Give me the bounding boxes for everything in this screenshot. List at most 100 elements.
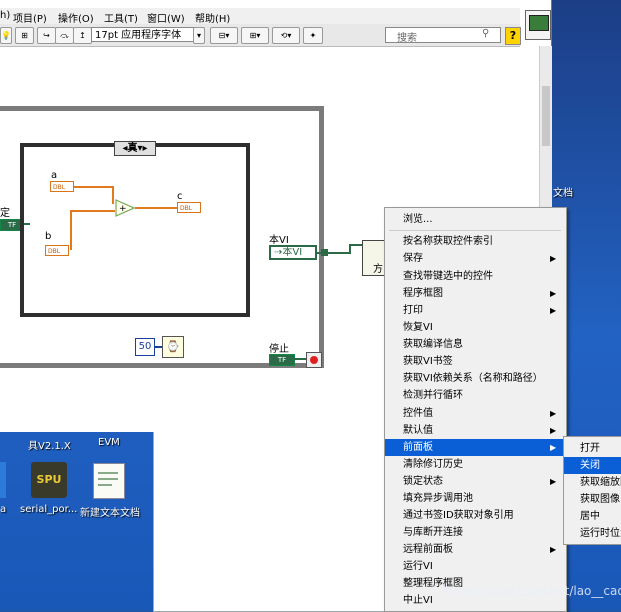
this-vi-ref-text: 本VI [282, 247, 303, 258]
control-b-label: b [45, 231, 52, 242]
menu-item-label: 恢复VI [403, 322, 433, 333]
menu-item-label: 获取编译信息 [403, 339, 463, 350]
menu-item-label: 保存 [403, 253, 423, 264]
chevron-down-icon[interactable]: ▾ [193, 27, 205, 44]
loop-condition-terminal[interactable] [306, 352, 322, 368]
cleanup-diagram-icon[interactable]: ✦ [303, 27, 323, 44]
desktop-icon-label: serial_por... [20, 504, 78, 515]
menu-item-operate[interactable]: 操作(O) [58, 10, 94, 25]
reorder-icon[interactable]: ⟲▾ [272, 27, 300, 44]
menu-item[interactable]: 获取编译信息 [385, 336, 566, 353]
submenu-item[interactable]: 运行时位置 [564, 525, 621, 542]
menu-item[interactable]: 恢复VI [385, 319, 566, 336]
menu-item[interactable]: 查找带键选中的控件 [385, 268, 566, 285]
menu-item[interactable]: 浏览... [385, 211, 566, 228]
menu-item-label: 通过书签ID获取对象引用 [403, 510, 514, 521]
chevron-right-icon: ▶ [550, 426, 557, 435]
wire [135, 207, 177, 209]
menu-item-project[interactable]: 项目(P) [13, 10, 47, 25]
chevron-right-icon: ▶ [550, 289, 557, 298]
step-into-icon[interactable]: ↪ [37, 27, 56, 44]
menu-item[interactable]: 默认值 ▶ [385, 422, 566, 439]
submenu-item[interactable]: 关闭 [564, 457, 621, 474]
menu-item[interactable]: 获取VI依赖关系（名称和路径） [385, 370, 566, 387]
case-selector-value: 真 [127, 143, 138, 154]
menu-item-label: 前面板 [403, 442, 433, 453]
menu-item-window[interactable]: 窗口(W) [147, 10, 185, 25]
wire [70, 210, 72, 250]
retain-wire-values-icon[interactable]: ⊞ [15, 27, 34, 44]
menu-item[interactable]: 打印 ▶ [385, 302, 566, 319]
submenu-item[interactable]: 居中 [564, 508, 621, 525]
this-vi-label: 本VI [269, 235, 289, 246]
step-out-icon[interactable]: ↥ [73, 27, 92, 44]
numeric-indicator-c[interactable]: DBL [177, 202, 201, 213]
search-input[interactable]: 搜索 ⚲ [385, 27, 501, 44]
menu-item[interactable]: 检测并行循环 [385, 387, 566, 404]
submenu-item[interactable]: 获取缩放因子 [564, 474, 621, 491]
menu-item[interactable]: 获取VI书签 [385, 353, 566, 370]
wait-constant[interactable]: 50 [135, 338, 155, 356]
chevron-right-icon: ▶ [550, 545, 557, 554]
numeric-control-a[interactable]: DBL [50, 181, 74, 192]
submenu-item-label: 获取图像 [580, 494, 620, 505]
step-over-icon[interactable]: ⤼ [55, 27, 74, 44]
menubar: h) 项目(P) 操作(O) 工具(T) 窗口(W) 帮助(H) [0, 8, 520, 25]
submenu-item-label: 运行时位置 [580, 528, 621, 539]
highlight-execution-icon[interactable]: 💡 [0, 27, 12, 44]
control-a-label: a [51, 170, 58, 181]
svg-text:+: + [119, 204, 127, 214]
menu-item-partial[interactable]: h) [0, 10, 10, 21]
watermark: https://blog.csdn.net/lao__cao [445, 584, 621, 598]
menu-item-help[interactable]: 帮助(H) [195, 10, 230, 25]
text-document-icon[interactable] [93, 463, 125, 499]
tunnel [321, 249, 328, 256]
menu-item[interactable]: 保存 ▶ [385, 250, 566, 267]
menu-item[interactable]: 前面板 ▶ [385, 439, 566, 456]
invoke-node-method: 方 [373, 264, 383, 275]
wire [72, 210, 115, 212]
invoke-node[interactable]: 方 [362, 240, 386, 276]
desktop-icon-label: a [0, 504, 7, 515]
align-objects-icon[interactable]: ⊟▾ [210, 27, 238, 44]
menu-item[interactable]: 填充异步调用池 [385, 490, 566, 507]
font-select[interactable]: 17pt 应用程序字体 [91, 27, 204, 42]
menu-item[interactable]: 锁定状态 ▶ [385, 473, 566, 490]
chevron-right-icon: ▶ [550, 409, 557, 418]
menu-item[interactable]: 控件值 ▶ [385, 405, 566, 422]
menu-item-label: 与库断开连接 [403, 527, 463, 538]
stop-control[interactable]: TF [269, 354, 295, 366]
menu-item[interactable]: 按名称获取控件索引 [385, 233, 566, 250]
serial-port-app-icon[interactable]: SPU [31, 462, 67, 498]
menu-item[interactable]: 远程前面板 ▶ [385, 541, 566, 558]
background-window [153, 420, 395, 612]
wait-ms-icon[interactable]: ⌚ [162, 336, 184, 358]
vi-icon[interactable] [525, 10, 551, 40]
numeric-control-b[interactable]: DBL [45, 245, 69, 256]
menu-item-label: 清除修订历史 [403, 459, 463, 470]
submenu-item[interactable]: 获取图像 [564, 491, 621, 508]
this-vi-reference[interactable]: ⇢本VI [269, 245, 317, 260]
scrollbar-thumb[interactable] [542, 86, 550, 146]
menu-item-tools[interactable]: 工具(T) [104, 10, 138, 25]
case-selector[interactable]: ◂真▾▸ [114, 141, 156, 156]
menu-item[interactable]: 通过书签ID获取对象引用 [385, 507, 566, 524]
menu-item-label: 查找带键选中的控件 [403, 271, 493, 282]
distribute-objects-icon[interactable]: ⊞▾ [241, 27, 269, 44]
search-icon[interactable]: ⚲ [482, 28, 489, 39]
menu-item[interactable]: 与库断开连接 [385, 524, 566, 541]
desktop-icon[interactable] [0, 462, 6, 498]
menu-item-label: 默认值 [403, 425, 433, 436]
toolbar: 💡 ⊞ ↪ ⤼ ↥ 17pt 应用程序字体 ▾ ⊟▾ ⊞▾ ⟲▾ ✦ 搜索 ⚲ … [0, 24, 521, 47]
stop-label: 停止 [269, 344, 289, 355]
menu-item[interactable]: 运行VI [385, 558, 566, 575]
chevron-right-icon: ▶ [550, 477, 557, 486]
submenu-item[interactable]: 打开 [564, 440, 621, 457]
add-node[interactable]: + [115, 199, 136, 217]
menu-item[interactable]: 程序框图 ▶ [385, 285, 566, 302]
context-help-button[interactable]: ? [505, 27, 521, 45]
wire [74, 186, 112, 188]
wire [349, 244, 363, 246]
menu-item[interactable]: 清除修订历史 [385, 456, 566, 473]
desktop-icon-label: 新建文本文档 [80, 508, 140, 519]
